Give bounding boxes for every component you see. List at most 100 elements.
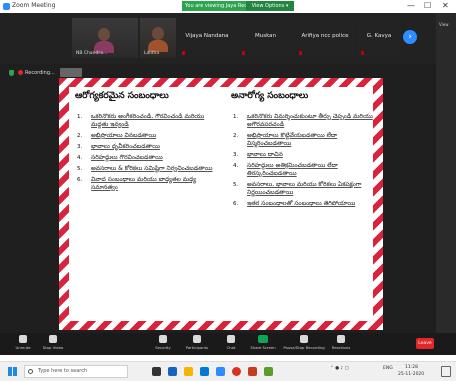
minimize-button[interactable]: — <box>407 1 415 11</box>
recording-label: Recording... <box>25 70 55 76</box>
video-camera-icon <box>49 335 57 343</box>
notification-icon[interactable] <box>441 366 451 377</box>
muted-mic-icon <box>242 51 245 55</box>
item-number: 2. <box>77 133 83 139</box>
recording-controls[interactable] <box>60 68 82 77</box>
list-item: 3. భావాలు దాచిన <box>231 151 379 159</box>
item-text: అభిప్రాయాలు వినబడతాయి <box>91 132 157 139</box>
participants-button[interactable]: Participants <box>180 335 214 354</box>
maximize-button[interactable]: ☐ <box>424 1 431 11</box>
item-number: 4. <box>233 163 239 169</box>
unhealthy-relationships-column: అనారోగ్య సంబంధాలు 1. ఒకరినొకరు విమర్శించు… <box>231 91 379 211</box>
pause-icon <box>300 335 308 343</box>
clock-time[interactable]: 11:28 <box>405 365 418 370</box>
unmute-button[interactable]: Unmute <box>6 335 40 354</box>
button-label: Share Screen <box>250 345 276 350</box>
button-label: Pause/Stop Recording <box>283 345 325 350</box>
chat-button[interactable]: Chat <box>214 335 248 354</box>
stop-video-button[interactable]: Stop Video <box>36 335 70 354</box>
taskbar-search-box[interactable]: Type here to search <box>24 365 128 378</box>
item-text: అవసరాలు & కోరికలు సమిష్టిగా నిర్వచించబడత… <box>91 165 213 172</box>
store-icon[interactable] <box>200 367 209 376</box>
list-item: 6. వివాద సంబంధాలు మరియు బాధ్యతల మధ్య సమాన… <box>75 176 221 192</box>
share-screen-button[interactable]: Share Screen <box>246 335 280 354</box>
leave-meeting-button[interactable]: Leave <box>416 338 434 349</box>
search-icon <box>28 369 33 374</box>
muted-mic-icon <box>182 51 185 55</box>
view-options-button[interactable]: View Options ▾ <box>246 1 294 11</box>
list-item: 2. అభిప్రాయాలు కొట్టివేయబడతాయి లేదా విస్మ… <box>231 132 379 148</box>
powerpoint-icon[interactable] <box>248 367 257 376</box>
list-item: 2. అభిప్రాయాలు వినబడతాయి <box>75 132 221 140</box>
participants-icon <box>193 335 201 343</box>
shield-icon <box>159 335 167 343</box>
app-icon[interactable] <box>264 367 273 376</box>
list-item: 1. ఒకరినొకరు అంగీకరించండి, గౌరవించండి మరి… <box>75 113 221 129</box>
participant-tile[interactable]: Muskan <box>238 18 293 58</box>
participant-tile[interactable]: Vijaya Nandana <box>178 18 236 58</box>
language-indicator[interactable]: ENG <box>383 366 393 371</box>
screen-share-banner: You are viewing Jaya Reddy's screen <box>182 1 246 11</box>
list-item: 5. అవసరాలు & కోరికలు సమిష్టిగా నిర్వచించబ… <box>75 165 221 173</box>
participant-name: Vijaya Nandana <box>185 33 229 39</box>
item-text: వివాద సంబంధాలు మరియు బాధ్యతల మధ్య సమానత్… <box>91 176 197 191</box>
next-page-button[interactable]: › <box>403 30 417 44</box>
windows-start-icon[interactable] <box>8 367 17 376</box>
list-item: 1. ఒకరినొకరు విమర్శించుకుంటూ తీర్పు చెప్ప… <box>231 113 379 129</box>
title-bar: Zoom Meeting You are viewing Jaya Reddy'… <box>0 0 456 13</box>
clock-date[interactable]: 25-11-2020 <box>398 372 424 377</box>
list-item: 3. భావాలు ధృవీకరించబడతాయి <box>75 143 221 151</box>
item-number: 3. <box>233 152 239 158</box>
zoom-app-icon[interactable] <box>216 367 225 376</box>
right-side-panel: View <box>436 13 456 355</box>
participant-video-tile[interactable]: Lalitha <box>140 18 176 58</box>
item-text: భావాలు ధృవీకరించబడతాయి <box>91 143 161 150</box>
muted-mic-icon <box>361 51 364 55</box>
unhealthy-list: 1. ఒకరినొకరు విమర్శించుకుంటూ తీర్పు చెప్ప… <box>231 113 379 208</box>
participant-tile[interactable]: G. Kavya <box>357 18 401 58</box>
participant-video-tile[interactable]: NB Chandra... <box>72 18 138 58</box>
file-explorer-icon[interactable] <box>184 367 193 376</box>
zoom-meeting-window: Zoom Meeting You are viewing Jaya Reddy'… <box>0 0 456 355</box>
close-button[interactable]: ✕ <box>442 1 449 11</box>
security-button[interactable]: Security <box>146 335 180 354</box>
chat-bubble-icon <box>227 335 235 343</box>
button-label: Chat <box>226 345 236 350</box>
pause-stop-recording-button[interactable]: Pause/Stop Recording <box>282 335 326 354</box>
list-item: 4. సరిహద్దులు గౌరవించబడతాయి <box>75 154 221 162</box>
chrome-icon[interactable] <box>232 367 241 376</box>
item-number: 5. <box>77 166 83 172</box>
item-text: ఒకరినొకరు అంగీకరించండి, గౌరవించండి మరియు… <box>91 113 205 128</box>
zoom-logo-icon <box>3 3 10 10</box>
view-label[interactable]: View <box>439 22 449 27</box>
item-number: 1. <box>77 114 83 120</box>
participant-name: Muskan <box>254 33 277 39</box>
recording-dot-icon <box>18 70 23 75</box>
item-text: భావాలు దాచిన <box>247 151 283 158</box>
participant-name: Arifiya ncc police <box>301 33 349 39</box>
item-number: 6. <box>77 177 83 183</box>
system-tray-icons[interactable]: ⌃ ● ♪ ◻ <box>330 366 349 371</box>
meeting-toolbar: Unmute Stop Video Security Participants … <box>0 333 456 355</box>
button-label: Stop Video <box>42 345 64 350</box>
item-number: 5. <box>233 182 239 188</box>
list-item: 4. సరిహద్దులు అతిక్రమించబడతాయి లేదా తిరస్… <box>231 162 379 178</box>
item-number: 2. <box>233 133 239 139</box>
item-text: అభిప్రాయాలు కొట్టివేయబడతాయి లేదా విస్మరి… <box>247 132 338 147</box>
healthy-list: 1. ఒకరినొకరు అంగీకరించండి, గౌరవించండి మరి… <box>75 113 221 192</box>
left-heading: ఆరోగ్యకరమైన సంబంధాలు <box>75 91 169 101</box>
button-label: Reactions <box>331 345 351 350</box>
slide-content: ఆరోగ్యకరమైన సంబంధాలు 1. ఒకరినొకరు అంగీకరి… <box>69 87 373 321</box>
participant-name: NB Chandra... <box>76 51 108 56</box>
search-placeholder: Type here to search <box>38 368 88 374</box>
item-number: 4. <box>77 155 83 161</box>
edge-browser-icon[interactable] <box>168 367 177 376</box>
reactions-button[interactable]: Reactions <box>324 335 358 354</box>
recording-indicator: Recording... <box>9 68 55 78</box>
task-view-icon[interactable] <box>152 367 161 376</box>
button-label: Participants <box>185 345 209 350</box>
microphone-icon <box>19 335 27 343</box>
shared-screen-slide: ఆరోగ్యకరమైన సంబంధాలు 1. ఒకరినొకరు అంగీకరి… <box>59 78 383 330</box>
participant-tile[interactable]: Arifiya ncc police <box>295 18 355 58</box>
item-number: 6. <box>233 201 239 207</box>
